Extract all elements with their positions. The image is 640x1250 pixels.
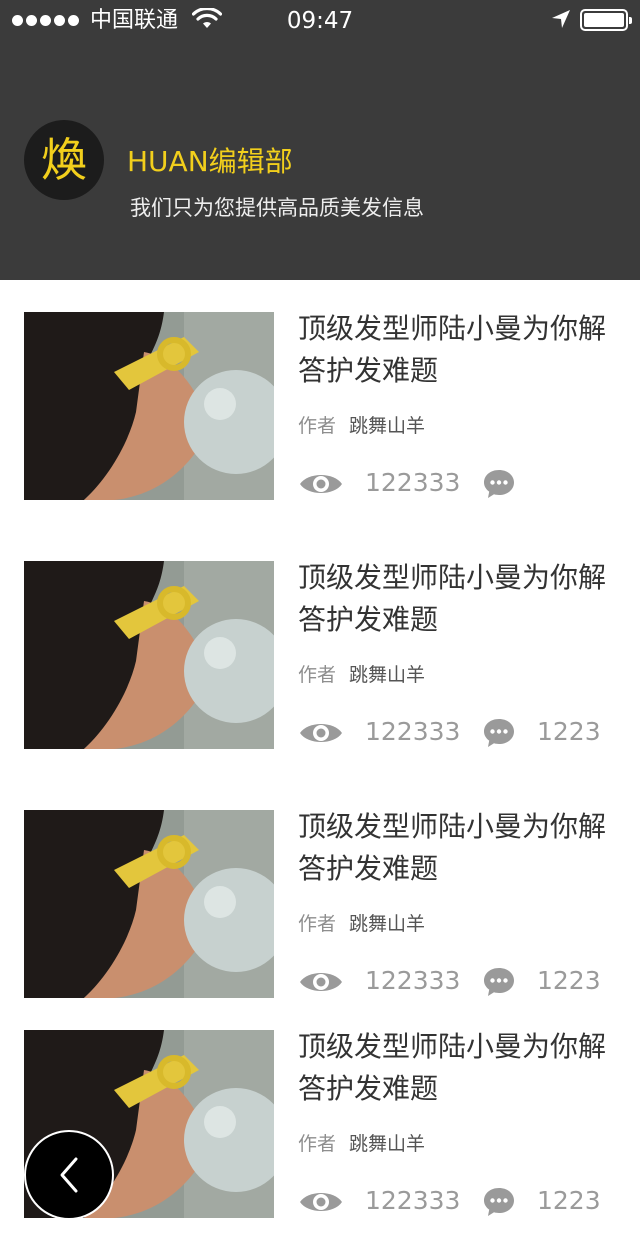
article-card[interactable]: 顶级发型师陆小曼为你解答护发难题 作者 跳舞山羊 122333 1223 <box>0 810 640 1010</box>
article-title[interactable]: 顶级发型师陆小曼为你解答护发难题 <box>298 308 618 392</box>
eye-icon <box>300 724 342 742</box>
page-subtitle: 我们只为您提供高品质美发信息 <box>130 196 424 220</box>
author-label: 作者 <box>298 415 337 437</box>
author-name: 跳舞山羊 <box>349 913 426 935</box>
article-title[interactable]: 顶级发型师陆小曼为你解答护发难题 <box>298 557 618 641</box>
author-label: 作者 <box>298 664 337 686</box>
eye-icon <box>300 475 342 493</box>
view-count: 122333 <box>365 468 461 497</box>
article-thumbnail[interactable] <box>24 312 274 500</box>
comment-bubble-icon <box>484 968 514 996</box>
comment-bubble-icon <box>484 470 514 498</box>
battery-icon <box>580 9 632 31</box>
author-label: 作者 <box>298 1133 337 1155</box>
article-thumbnail[interactable] <box>24 561 274 749</box>
author-name: 跳舞山羊 <box>349 415 426 437</box>
article-card[interactable]: 顶级发型师陆小曼为你解答护发难题 作者 跳舞山羊 122333 1223 <box>0 561 640 761</box>
view-count: 122333 <box>365 717 461 746</box>
chevron-left-icon <box>60 1157 78 1193</box>
comment-bubble-icon <box>484 1188 514 1216</box>
status-bar: 中国联通 09:47 <box>0 0 640 42</box>
back-button[interactable] <box>24 1130 114 1220</box>
brand-logo: 煥 <box>24 120 104 200</box>
author-name: 跳舞山羊 <box>349 1133 426 1155</box>
comment-count: 1223 <box>537 966 601 995</box>
article-title[interactable]: 顶级发型师陆小曼为你解答护发难题 <box>298 1026 618 1110</box>
comment-count: 1223 <box>537 1186 601 1215</box>
eye-icon <box>300 973 342 991</box>
status-time: 09:47 <box>286 8 354 34</box>
article-title[interactable]: 顶级发型师陆小曼为你解答护发难题 <box>298 806 618 890</box>
eye-icon <box>300 1193 342 1211</box>
view-count: 122333 <box>365 1186 461 1215</box>
page-title: HUAN编辑部 <box>127 145 293 178</box>
header: 中国联通 09:47 煥 HUAN编辑部 我们只为您提供高品质美发信息 <box>0 0 640 280</box>
view-count: 122333 <box>365 966 461 995</box>
author-label: 作者 <box>298 913 337 935</box>
location-arrow-icon <box>552 10 570 28</box>
comment-count: 1223 <box>537 717 601 746</box>
article-thumbnail[interactable] <box>24 810 274 998</box>
author-name: 跳舞山羊 <box>349 664 426 686</box>
comment-bubble-icon <box>484 719 514 747</box>
article-card[interactable]: 顶级发型师陆小曼为你解答护发难题 作者 跳舞山羊 122333 <box>0 312 640 512</box>
